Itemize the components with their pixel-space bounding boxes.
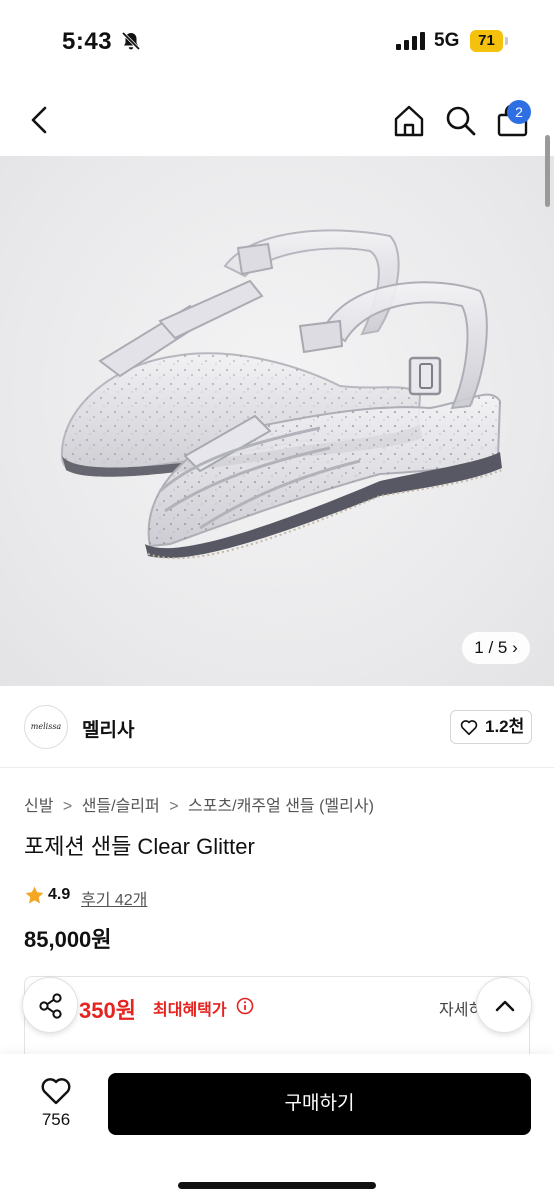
back-icon[interactable] xyxy=(22,102,58,138)
breadcrumb-separator: > xyxy=(169,798,179,815)
breadcrumb-item[interactable]: 샌들/슬리퍼 xyxy=(82,798,160,815)
info-icon[interactable] xyxy=(236,997,254,1015)
product-photo xyxy=(60,229,503,560)
network-type: 5G xyxy=(434,30,460,51)
benefit-label: 최대혜택가 xyxy=(153,1002,227,1019)
bell-off-icon xyxy=(121,31,141,51)
heart-icon xyxy=(41,1078,71,1105)
product-title: 포제션 샌들 Clear Glitter xyxy=(24,834,255,859)
bottom-action-bar: 756 구매하기 xyxy=(0,1054,554,1200)
app-header xyxy=(0,84,554,156)
rating-value: 4.9 xyxy=(48,886,71,903)
brand-name[interactable]: 멜리사 xyxy=(82,715,134,742)
breadcrumb-item[interactable]: 스포츠/캐주얼 샌들 (멜리사) xyxy=(188,798,374,815)
product-price: 85,000원 xyxy=(24,927,112,952)
signal-icon xyxy=(396,32,425,50)
breadcrumb-item[interactable]: 신발 xyxy=(24,798,53,815)
search-icon[interactable] xyxy=(442,102,480,140)
breadcrumb-separator: > xyxy=(62,798,73,815)
wishlist-button[interactable]: 756 xyxy=(30,1076,82,1138)
benefit-amount: 350원 xyxy=(79,998,136,1023)
scroll-top-button[interactable] xyxy=(476,977,532,1033)
brand-like-count: 1.2천 xyxy=(485,717,525,736)
battery-icon: 71 xyxy=(470,30,508,52)
page-scroll-indicator[interactable] xyxy=(545,135,550,207)
chevron-up-icon xyxy=(495,1000,515,1012)
home-indicator[interactable] xyxy=(178,1182,376,1189)
brand-like-button[interactable]: 1.2천 xyxy=(450,710,532,744)
heart-icon xyxy=(460,720,478,736)
wishlist-count: 756 xyxy=(41,1110,71,1129)
brand-row[interactable]: melissa 멜리사 1.2천 xyxy=(0,686,554,768)
cart-count-badge: 2 xyxy=(507,100,531,124)
share-button[interactable] xyxy=(22,977,78,1033)
image-counter-button[interactable]: 1 / 5 › xyxy=(462,632,530,664)
home-icon[interactable] xyxy=(390,102,428,140)
product-image-gallery[interactable] xyxy=(0,156,554,686)
buy-button[interactable]: 구매하기 xyxy=(108,1073,531,1135)
review-count-link[interactable]: 후기 42개 xyxy=(81,886,147,910)
status-time: 5:43 xyxy=(62,28,113,55)
star-icon xyxy=(25,886,44,904)
status-bar: 5:43 5G 71 xyxy=(0,0,554,84)
share-icon xyxy=(39,993,62,1019)
battery-level: 71 xyxy=(478,32,495,49)
breadcrumb: 신발 > 샌들/슬리퍼 > 스포츠/캐주얼 샌들 (멜리사) xyxy=(24,792,379,816)
brand-logo[interactable]: melissa xyxy=(24,705,68,749)
